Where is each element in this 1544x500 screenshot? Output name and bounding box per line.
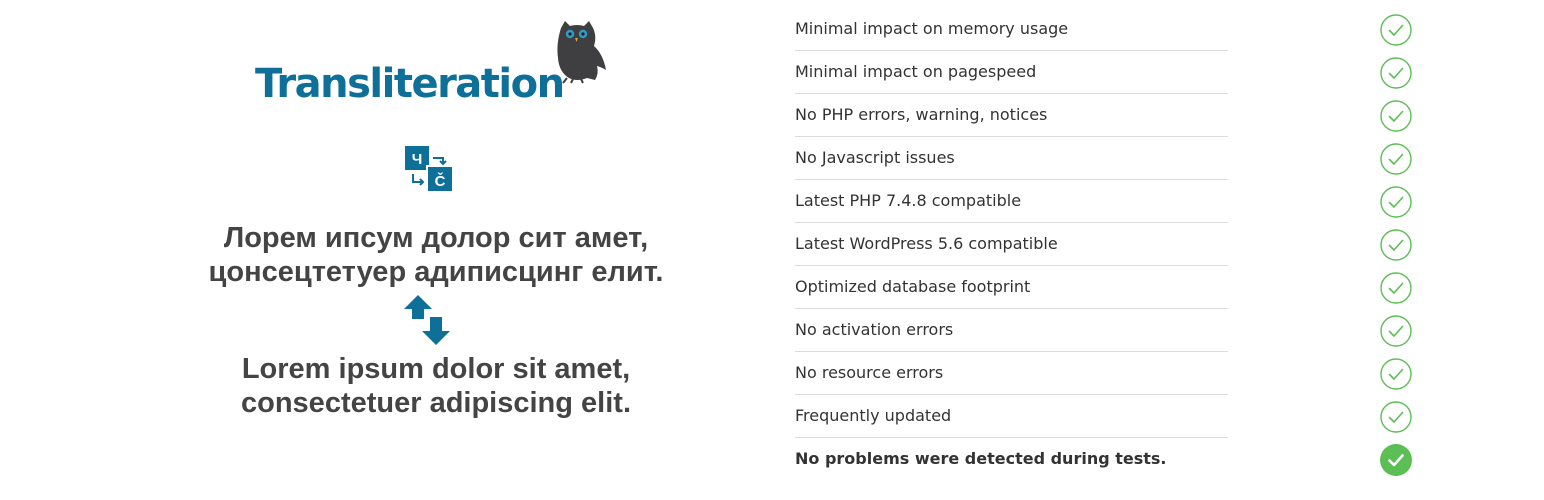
check-label: Latest WordPress 5.6 compatible	[795, 234, 1058, 253]
check-row: Optimized database footprint	[795, 266, 1415, 309]
cyrillic-letter: Ч	[412, 151, 423, 168]
translit-letters-icon: Ч Č	[405, 146, 454, 193]
transliteration-logo: Transliteration	[255, 20, 615, 110]
check-circle-icon	[1380, 14, 1412, 46]
check-circle-icon	[1380, 57, 1412, 89]
check-row: No PHP errors, warning, notices	[795, 94, 1415, 137]
promo-panel: Transliteration Ч Č Лорем ипсум долор си…	[0, 0, 780, 500]
check-label: Latest PHP 7.4.8 compatible	[795, 191, 1022, 210]
logo-wordmark: Transliteration	[255, 61, 565, 107]
check-label: No PHP errors, warning, notices	[795, 105, 1048, 124]
quality-checklist: Minimal impact on memory usage Minimal im…	[795, 8, 1415, 481]
check-row: No activation errors	[795, 309, 1415, 352]
cyrillic-line-2: цонсецтетуер адиписцинг елит.	[208, 256, 664, 288]
check-label: Optimized database footprint	[795, 277, 1031, 296]
transliteration-icon: Ч Č	[403, 144, 455, 194]
check-circle-icon	[1380, 143, 1412, 175]
cyrillic-sample-text: Лорем ипсум долор сит амет, цонсецтетуер…	[0, 221, 872, 289]
check-label: Frequently updated	[795, 406, 952, 425]
check-label: Minimal impact on memory usage	[795, 19, 1069, 38]
swap-arrows-icon	[404, 295, 450, 345]
check-circle-icon	[1380, 186, 1412, 218]
check-summary-row: No problems were detected during tests.	[795, 438, 1415, 481]
check-row: Latest PHP 7.4.8 compatible	[795, 180, 1415, 223]
check-circle-icon	[1380, 272, 1412, 304]
latin-line-1: Lorem ipsum dolor sit amet,	[241, 353, 631, 385]
check-label: Minimal impact on pagespeed	[795, 62, 1037, 81]
check-circle-icon	[1380, 315, 1412, 347]
check-circle-icon	[1380, 358, 1412, 390]
check-row: No Javascript issues	[795, 137, 1415, 180]
check-circle-icon	[1380, 401, 1412, 433]
check-row: Latest WordPress 5.6 compatible	[795, 223, 1415, 266]
check-label: No resource errors	[795, 363, 944, 382]
check-circle-icon	[1380, 229, 1412, 261]
check-filled-icon	[1380, 444, 1412, 476]
check-circle-icon	[1380, 100, 1412, 132]
check-row: Minimal impact on pagespeed	[795, 51, 1415, 94]
latin-sample-text: Lorem ipsum dolor sit amet, consectetuer…	[0, 352, 872, 420]
check-label: No Javascript issues	[795, 148, 955, 167]
latin-line-2: consectetuer adipiscing elit.	[241, 387, 631, 419]
check-row: No resource errors	[795, 352, 1415, 395]
check-row: Minimal impact on memory usage	[795, 8, 1415, 51]
latin-letter: Č	[435, 172, 446, 190]
check-label: No activation errors	[795, 320, 954, 339]
check-summary-label: No problems were detected during tests.	[795, 449, 1167, 468]
owl-icon	[557, 21, 606, 84]
check-row: Frequently updated	[795, 395, 1415, 438]
cyrillic-line-1: Лорем ипсум долор сит амет,	[223, 222, 649, 254]
